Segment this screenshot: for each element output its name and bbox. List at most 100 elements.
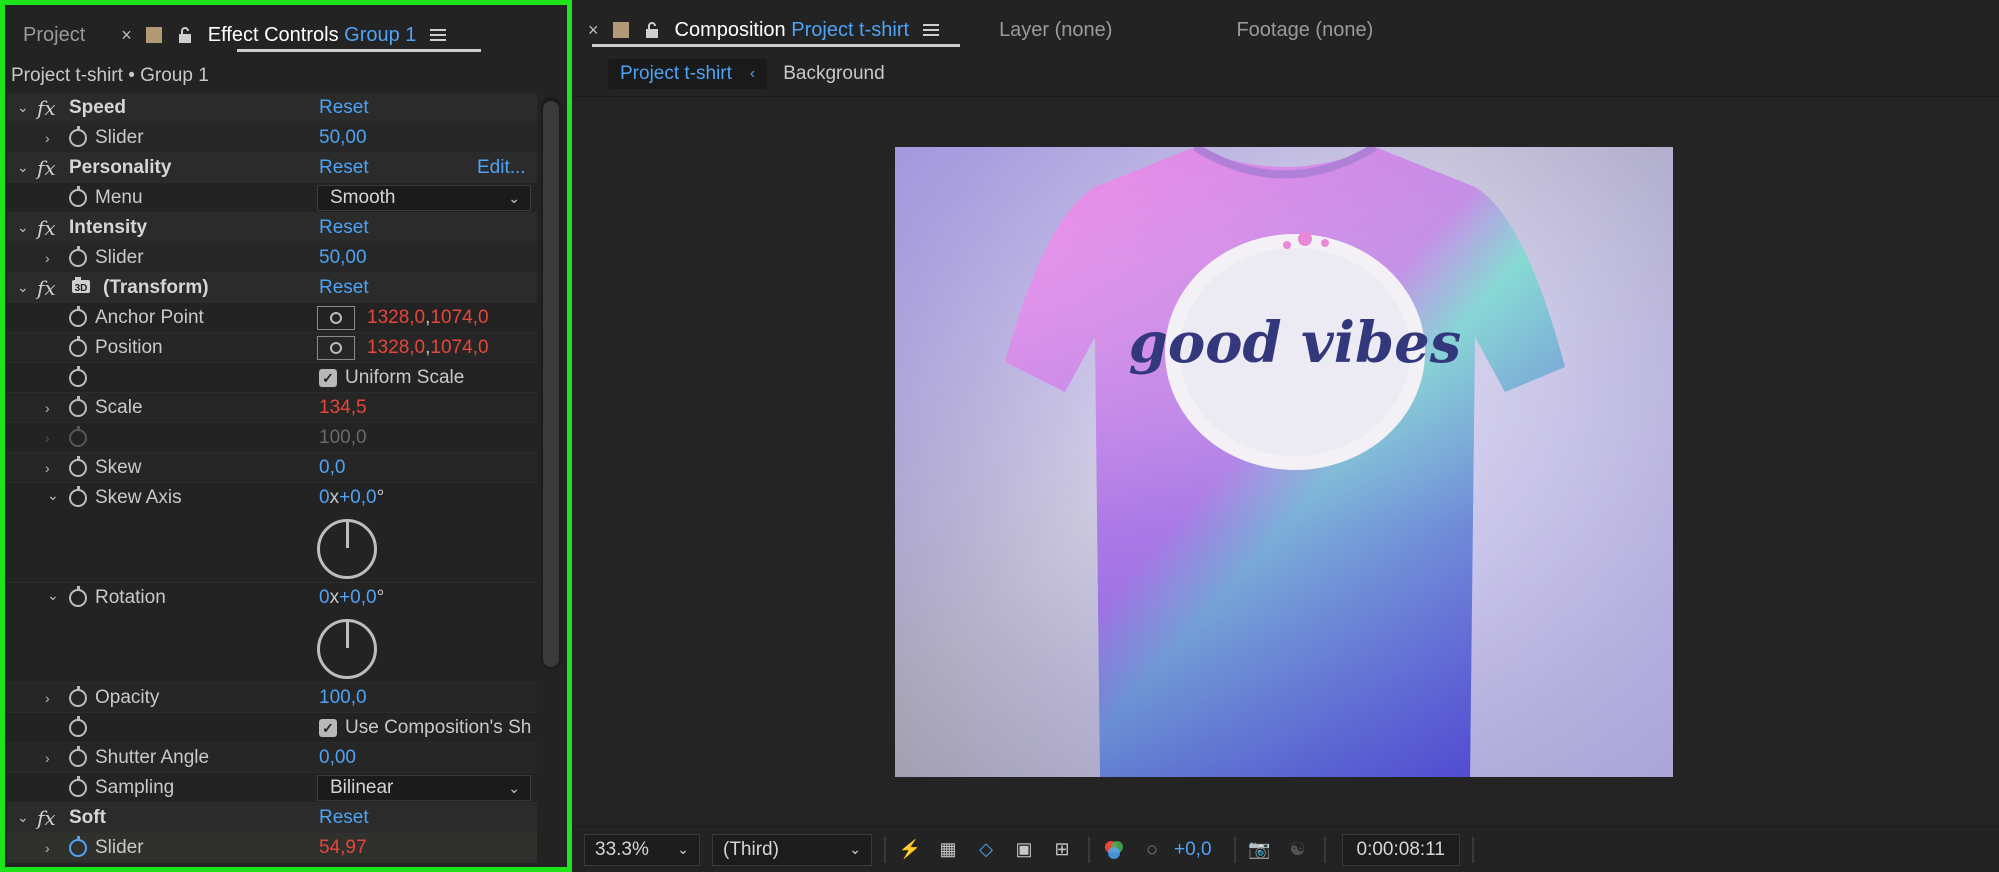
mask-visibility-icon[interactable]: ◇	[972, 837, 1000, 863]
chevron-right-icon[interactable]: ›	[45, 460, 50, 476]
exposure-value[interactable]: +0,0	[1174, 839, 1212, 861]
reset-link[interactable]: Reset	[319, 807, 369, 829]
stopwatch-icon[interactable]	[69, 775, 87, 797]
fx-icon[interactable]: fx	[37, 276, 56, 300]
shutter-angle-value[interactable]: 0,00	[319, 747, 356, 769]
effect-row-transform[interactable]: ⌄ fx 3D (Transform) Reset	[7, 273, 537, 303]
stopwatch-icon[interactable]	[69, 125, 87, 147]
chevron-down-icon[interactable]: ⌄	[17, 99, 29, 116]
fx-icon[interactable]: fx	[37, 216, 56, 240]
effect-row-speed[interactable]: ⌄ fx Speed Reset	[7, 93, 537, 123]
skew-axis-deg[interactable]: +0,0	[339, 487, 377, 508]
use-comp-shutter-checkbox[interactable]: ✓	[319, 718, 337, 737]
transparency-grid-icon[interactable]: ▦	[934, 837, 962, 863]
exposure-reset-icon[interactable]: ◌	[1138, 837, 1166, 863]
position-y[interactable]: 1074,0	[430, 337, 488, 358]
stopwatch-icon[interactable]	[69, 455, 87, 477]
tab-footage[interactable]: Footage (none)	[1236, 19, 1373, 42]
composition-viewer[interactable]: good vibes	[572, 96, 1999, 824]
tab-project[interactable]: Project	[5, 24, 103, 47]
subtab-background[interactable]: Background	[783, 63, 884, 85]
stopwatch-icon[interactable]	[69, 305, 87, 327]
effect-row-personality[interactable]: ⌄ fx Personality Reset Edit...	[7, 153, 537, 183]
reset-link[interactable]: Reset	[319, 217, 369, 239]
fx-icon[interactable]: fx	[37, 96, 56, 120]
tab-effect-controls[interactable]: Effect Controls Group 1	[208, 24, 421, 47]
chevron-down-icon[interactable]: ⌄	[47, 587, 59, 604]
skew-axis-rev[interactable]: 0	[319, 487, 330, 508]
slider-value[interactable]: 54,97	[319, 837, 367, 859]
rotation-value[interactable]: 0x+0,0°	[319, 587, 384, 609]
resolution-dropdown[interactable]: (Third) ⌄	[712, 833, 872, 866]
skew-axis-value[interactable]: 0x+0,0°	[319, 487, 384, 509]
reset-link[interactable]: Reset	[319, 157, 369, 179]
position-x[interactable]: 1328,0	[367, 337, 425, 358]
anchor-y[interactable]: 1074,0	[430, 307, 488, 328]
chevron-right-icon[interactable]: ›	[45, 750, 50, 766]
stopwatch-icon[interactable]	[69, 685, 87, 707]
vertical-scrollbar[interactable]	[541, 97, 561, 669]
tab-composition[interactable]: Composition Project t-shirt	[675, 19, 910, 42]
chevron-right-icon[interactable]: ›	[45, 250, 50, 266]
chevron-down-icon[interactable]: ⌄	[17, 279, 29, 296]
chevron-right-icon[interactable]: ›	[45, 130, 50, 146]
rotation-rev[interactable]: 0	[319, 587, 330, 608]
menu-dropdown[interactable]: Smooth ⌄	[317, 184, 531, 211]
edit-link[interactable]: Edit...	[477, 157, 526, 179]
chevron-down-icon[interactable]: ⌄	[17, 809, 29, 826]
scrollbar-thumb[interactable]	[543, 101, 559, 667]
chevron-down-icon[interactable]: ⌄	[17, 159, 29, 176]
position-value[interactable]: 1328,0,1074,0	[367, 337, 489, 359]
fast-previews-icon[interactable]: ⚡	[896, 837, 924, 863]
effect-row-intensity[interactable]: ⌄ fx Intensity Reset	[7, 213, 537, 243]
stopwatch-icon[interactable]	[69, 586, 87, 607]
zoom-dropdown[interactable]: 33.3% ⌄	[584, 833, 700, 866]
effect-row-soft[interactable]: ⌄ fx Soft Reset	[7, 803, 537, 833]
chevron-right-icon[interactable]: ›	[45, 840, 50, 856]
lock-icon[interactable]	[176, 26, 194, 44]
stopwatch-icon[interactable]	[69, 395, 87, 417]
stopwatch-icon[interactable]	[69, 185, 87, 207]
panel-menu-icon[interactable]	[923, 21, 940, 39]
stopwatch-icon[interactable]	[69, 365, 87, 387]
anchor-x[interactable]: 1328,0	[367, 307, 425, 328]
chevron-right-icon[interactable]: ›	[45, 690, 50, 706]
uniform-scale-checkbox[interactable]: ✓	[319, 368, 337, 387]
reset-link[interactable]: Reset	[319, 97, 369, 119]
angle-dial[interactable]	[317, 619, 377, 679]
stopwatch-icon[interactable]	[69, 715, 87, 737]
chevron-down-icon[interactable]: ⌄	[47, 487, 59, 504]
angle-dial[interactable]	[317, 519, 377, 579]
slider-value[interactable]: 50,00	[319, 247, 367, 269]
region-of-interest-icon[interactable]: ▣	[1010, 837, 1038, 863]
close-icon[interactable]: ×	[588, 20, 599, 41]
chevron-right-icon[interactable]: ›	[45, 400, 50, 416]
rotation-deg[interactable]: +0,0	[339, 587, 377, 608]
color-channels-icon[interactable]	[1100, 837, 1128, 863]
crosshair-icon[interactable]	[317, 305, 355, 330]
current-time-display[interactable]: 0:00:08:11	[1341, 833, 1460, 866]
fx-icon[interactable]: fx	[37, 156, 56, 180]
close-icon[interactable]: ×	[121, 25, 132, 46]
stopwatch-icon[interactable]	[69, 486, 87, 507]
skew-value[interactable]: 0,0	[319, 457, 345, 479]
chevron-down-icon[interactable]: ⌄	[17, 219, 29, 236]
tab-layer[interactable]: Layer (none)	[999, 19, 1112, 42]
anchor-point-value[interactable]: 1328,0,1074,0	[367, 307, 489, 329]
camera-snapshot-icon[interactable]: 📷	[1246, 837, 1274, 863]
stopwatch-icon[interactable]	[69, 835, 87, 857]
fx-icon[interactable]: fx	[37, 806, 56, 830]
stopwatch-icon[interactable]	[69, 335, 87, 357]
stopwatch-icon[interactable]	[69, 745, 87, 767]
lock-icon[interactable]	[643, 21, 661, 39]
slider-value[interactable]: 50,00	[319, 127, 367, 149]
stopwatch-icon[interactable]	[69, 245, 87, 267]
scale-value[interactable]: 134,5	[319, 397, 367, 419]
guides-grid-icon[interactable]: ⊞	[1048, 837, 1076, 863]
composition-canvas[interactable]: good vibes	[895, 147, 1673, 777]
subtab-project-tshirt[interactable]: Project t-shirt ‹	[608, 59, 768, 89]
opacity-value[interactable]: 100,0	[319, 687, 367, 709]
panel-menu-icon[interactable]	[430, 26, 447, 44]
crosshair-icon[interactable]	[317, 335, 355, 360]
reset-link[interactable]: Reset	[319, 277, 369, 299]
